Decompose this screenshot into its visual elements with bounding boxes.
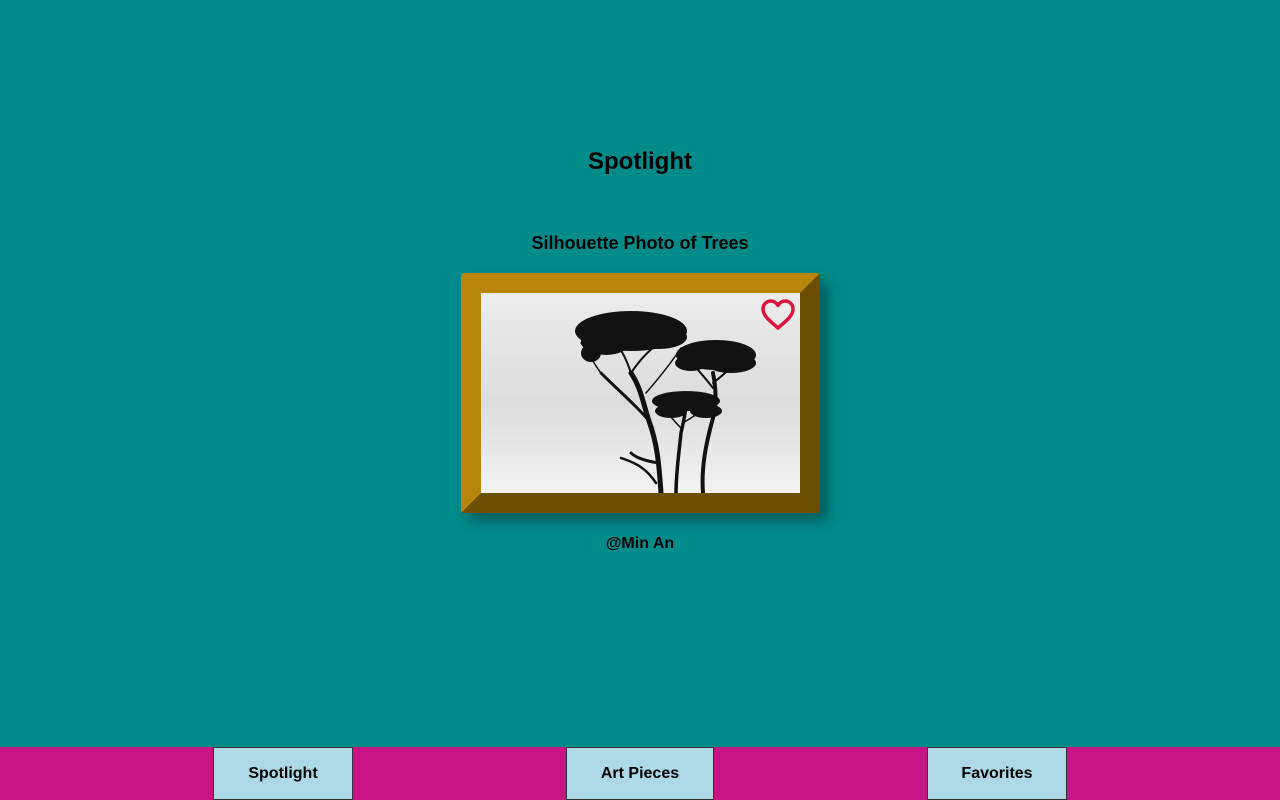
art-frame (461, 273, 820, 513)
favorite-heart-icon[interactable] (760, 298, 796, 332)
nav-art-pieces-button[interactable]: Art Pieces (566, 747, 714, 800)
spotlight-page: Spotlight Silhouette Photo of Trees @Min… (0, 0, 1280, 800)
bottom-navigation: Spotlight Art Pieces Favorites (0, 747, 1280, 800)
nav-favorites-button[interactable]: Favorites (927, 747, 1067, 800)
trees-silhouette-image (575, 311, 756, 493)
artist-name: @Min An (605, 535, 675, 552)
nav-spotlight-button[interactable]: Spotlight (213, 747, 353, 800)
art-title: Silhouette Photo of Trees (531, 233, 749, 253)
page-title: Spotlight (588, 148, 692, 175)
art-image[interactable] (481, 293, 800, 493)
